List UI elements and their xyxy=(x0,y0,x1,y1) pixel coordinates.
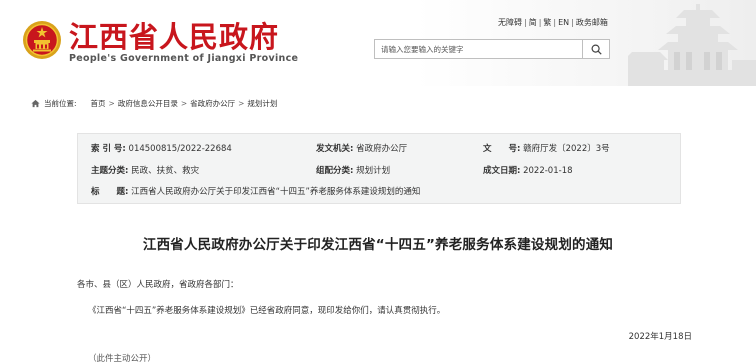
subject-row: 主题分类: 民政、扶贫、救灾 xyxy=(91,164,199,176)
written-date-label: 成文日期: xyxy=(483,166,521,176)
document-title-row: 标 题: 江西省人民政府办公厅关于印发江西省“十四五”养老服务体系建设规划的通知 xyxy=(91,185,420,197)
breadcrumb-item-general-office[interactable]: 省政府办公厅 xyxy=(190,98,235,109)
link-divider: | xyxy=(553,18,557,27)
document-number-row: 文 号: 赣府厅发〔2022〕3号 xyxy=(483,142,610,154)
link-divider: | xyxy=(538,18,542,27)
search-icon xyxy=(590,43,602,55)
search-input[interactable] xyxy=(375,40,585,58)
link-divider: | xyxy=(571,18,574,27)
top-links: 无障碍 | 简 | 繁 | EN | 政务邮箱 xyxy=(498,17,608,28)
index-number-label: 索 引 号: xyxy=(91,144,126,154)
gov-email-link[interactable]: 政务邮箱 xyxy=(576,18,608,27)
article-sign-date: 2022年1月18日 xyxy=(628,332,692,342)
link-divider: | xyxy=(524,18,527,27)
document-title-value: 江西省人民政府办公厅关于印发江西省“十四五”养老服务体系建设规划的通知 xyxy=(131,187,421,197)
written-date-value: 2022-01-18 xyxy=(523,166,573,176)
pavilion-skyline-image xyxy=(628,4,756,86)
category-label: 组配分类: xyxy=(316,166,354,176)
subject-label: 主题分类: xyxy=(91,166,129,176)
index-number-row: 索 引 号: 014500815/2022-22684 xyxy=(91,142,232,154)
breadcrumb: 当前位置: 首页 > 政府信息公开目录 > 省政府办公厅 > 规划计划 xyxy=(31,98,277,109)
accessibility-link[interactable]: 无障碍 xyxy=(498,18,522,27)
simplified-chinese-link[interactable]: 简 xyxy=(529,18,537,27)
breadcrumb-label: 当前位置: xyxy=(44,99,77,108)
category-row: 组配分类: 规划计划 xyxy=(316,164,390,176)
article-disclosure-note: （此件主动公开） xyxy=(88,354,157,364)
national-emblem-icon xyxy=(23,21,61,59)
home-icon xyxy=(31,99,40,108)
breadcrumb-item-home[interactable]: 首页 xyxy=(91,98,106,109)
written-date-row: 成文日期: 2022-01-18 xyxy=(483,164,573,176)
search-button[interactable] xyxy=(582,40,609,58)
site-subtitle: People's Government of Jiangxi Province xyxy=(69,53,299,64)
issuer-row: 发文机关: 省政府办公厅 xyxy=(316,142,407,154)
breadcrumb-separator: > xyxy=(180,99,188,108)
article-body-paragraph: 《江西省“十四五”养老服务体系建设规划》已经省政府同意，现印发给你们，请认真贯彻… xyxy=(88,304,445,316)
document-number-label: 文 号: xyxy=(483,144,521,154)
subject-value: 民政、扶贫、救灾 xyxy=(131,166,200,176)
breadcrumb-item-planning[interactable]: 规划计划 xyxy=(247,98,277,109)
article-salutation: 各市、县（区）人民政府，省政府各部门： xyxy=(77,280,239,290)
index-number-value: 014500815/2022-22684 xyxy=(128,144,232,154)
site-title[interactable]: 江西省人民政府 xyxy=(69,14,279,56)
article-body-text: 《江西省“十四五”养老服务体系建设规划》已经省政府同意，现印发给你们，请认真贯彻… xyxy=(88,306,446,316)
traditional-chinese-link[interactable]: 繁 xyxy=(543,18,551,27)
article-title: 江西省人民政府办公厅关于印发江西省“十四五”养老服务体系建设规划的通知 xyxy=(142,237,614,253)
breadcrumb-separator: > xyxy=(238,99,245,108)
document-info-panel: 索 引 号: 014500815/2022-22684 发文机关: 省政府办公厅… xyxy=(77,133,681,204)
document-number-value: 赣府厅发〔2022〕3号 xyxy=(523,144,610,154)
issuer-label: 发文机关: xyxy=(316,144,354,154)
issuer-value: 省政府办公厅 xyxy=(356,144,408,154)
category-value: 规划计划 xyxy=(356,166,391,176)
breadcrumb-item-info-catalog[interactable]: 政府信息公开目录 xyxy=(118,98,178,109)
site-header: 江西省人民政府 People's Government of Jiangxi P… xyxy=(0,0,756,86)
search-box xyxy=(374,39,610,59)
breadcrumb-separator: > xyxy=(108,99,115,108)
document-title-label: 标 题: xyxy=(91,187,129,197)
english-link[interactable]: EN xyxy=(558,18,569,27)
